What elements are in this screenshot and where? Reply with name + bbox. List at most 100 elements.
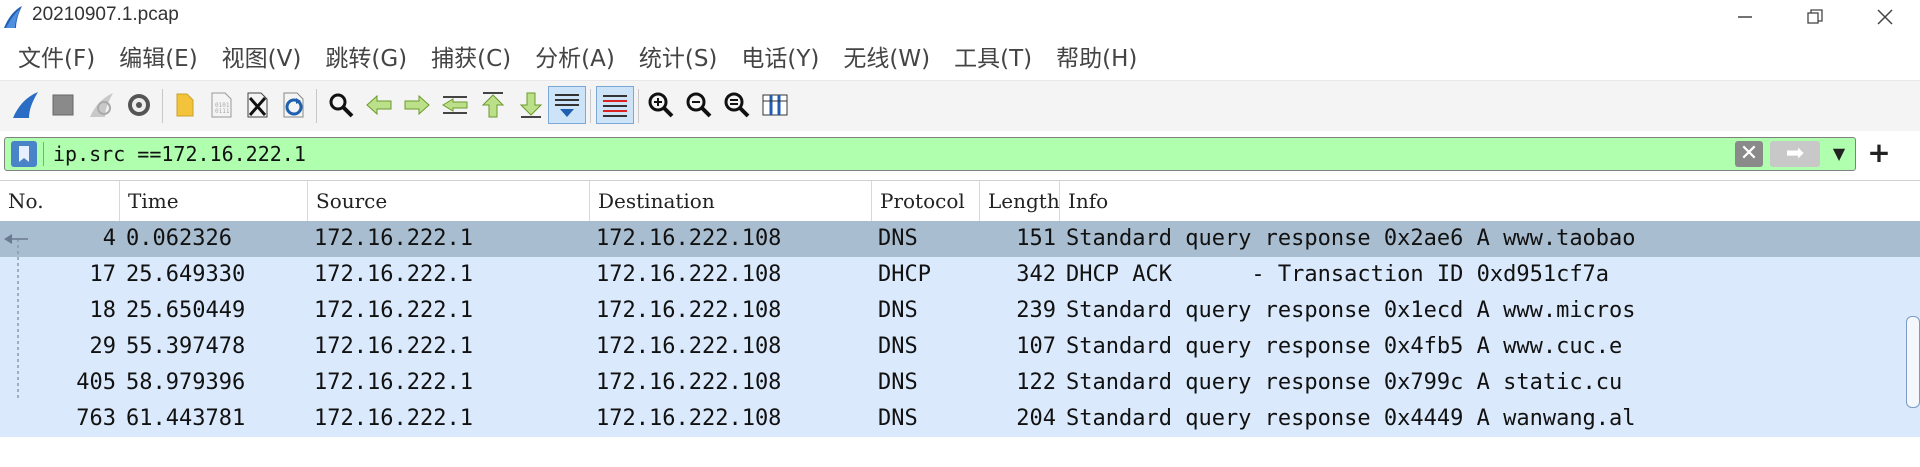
back-icon [366, 94, 392, 116]
menu-go[interactable]: 跳转(G) [325, 39, 407, 73]
go-to-packet-button[interactable] [436, 86, 474, 124]
menu-tools[interactable]: 工具(T) [954, 39, 1032, 73]
menu-capture[interactable]: 捕获(C) [431, 39, 511, 73]
menu-help[interactable]: 帮助(H) [1056, 39, 1137, 73]
display-filter-input[interactable]: ip.src ==172.16.222.1 ✕ ➡ ▼ [4, 137, 1856, 171]
resize-columns-button[interactable] [756, 86, 794, 124]
clear-filter-button[interactable]: ✕ [1735, 141, 1763, 167]
go-back-button[interactable] [360, 86, 398, 124]
cell-length: 107 [1016, 334, 1056, 359]
menu-analyze[interactable]: 分析(A) [535, 39, 615, 73]
stop-capture-button[interactable] [44, 86, 82, 124]
column-header-no[interactable]: No. [0, 181, 120, 221]
packet-row[interactable]: 405 58.979396 172.16.222.1 172.16.222.10… [0, 365, 1920, 401]
restore-button[interactable] [1780, 0, 1850, 34]
apply-filter-button[interactable]: ➡ [1770, 141, 1820, 167]
first-packet-icon [481, 92, 505, 118]
display-filter-bar: ip.src ==172.16.222.1 ✕ ➡ ▼ [0, 131, 1920, 177]
clear-icon: ✕ [1739, 141, 1759, 166]
column-header-time[interactable]: Time [120, 181, 308, 221]
reload-file-button[interactable] [274, 86, 312, 124]
packet-row[interactable]: 18 25.650449 172.16.222.1 172.16.222.108… [0, 293, 1920, 329]
last-packet-button[interactable] [512, 86, 550, 124]
options-gear-icon [128, 94, 150, 116]
cell-source: 172.16.222.1 [314, 334, 473, 359]
menu-bar: 文件(F) 编辑(E) 视图(V) 跳转(G) 捕获(C) 分析(A) 统计(S… [0, 34, 1920, 78]
cell-info: Standard query response 0x2ae6 A www.tao… [1066, 226, 1636, 251]
bookmark-icon[interactable] [11, 141, 37, 167]
restart-capture-button[interactable] [82, 86, 120, 124]
cell-destination: 172.16.222.108 [596, 226, 782, 251]
plus-icon: + [1867, 136, 1891, 169]
column-header-source[interactable]: Source [308, 181, 590, 221]
close-window-button[interactable] [1850, 0, 1920, 34]
close-file-button[interactable] [238, 86, 276, 124]
cell-length: 342 [1016, 262, 1056, 287]
cell-time: 25.650449 [126, 298, 246, 323]
save-file-button[interactable]: 0101 0111 [202, 86, 240, 124]
display-filter-text[interactable]: ip.src ==172.16.222.1 [53, 142, 306, 166]
filter-separator [43, 142, 44, 166]
autoscroll-toggle[interactable] [548, 86, 586, 124]
cell-length: 122 [1016, 370, 1056, 395]
start-capture-button[interactable] [6, 86, 44, 124]
find-icon [329, 93, 354, 118]
menu-file[interactable]: 文件(F) [18, 39, 95, 73]
cell-no: 763 [76, 406, 116, 431]
menu-statistics[interactable]: 统计(S) [639, 39, 718, 73]
cell-destination: 172.16.222.108 [596, 406, 782, 431]
main-toolbar: 0101 0111 [0, 80, 1920, 132]
cell-source: 172.16.222.1 [314, 262, 473, 287]
cell-destination: 172.16.222.108 [596, 262, 782, 287]
cell-no: 18 [89, 298, 117, 323]
menu-edit[interactable]: 编辑(E) [119, 39, 197, 73]
cell-protocol: DNS [878, 406, 918, 431]
zoom-out-button[interactable] [680, 86, 718, 124]
packet-row[interactable]: 4 0.062326 172.16.222.1 172.16.222.108 D… [0, 221, 1920, 257]
cell-source: 172.16.222.1 [314, 370, 473, 395]
open-folder-icon [176, 93, 194, 117]
zoom-reset-icon [724, 92, 750, 118]
cell-time: 58.979396 [126, 370, 246, 395]
restart-icon [90, 93, 113, 117]
cell-no: 405 [76, 370, 116, 395]
cell-time: 55.397478 [126, 334, 246, 359]
toolbar-separator [590, 89, 591, 123]
packet-row[interactable]: 29 55.397478 172.16.222.1 172.16.222.108… [0, 329, 1920, 365]
toolbar-separator [316, 89, 317, 123]
cell-info: Standard query response 0x4fb5 A www.cuc… [1066, 334, 1623, 359]
minimap-scrollbar[interactable] [1906, 316, 1920, 408]
packet-row[interactable]: 763 61.443781 172.16.222.1 172.16.222.10… [0, 401, 1920, 437]
normal-size-button[interactable] [718, 86, 756, 124]
first-packet-button[interactable] [474, 86, 512, 124]
column-header-info[interactable]: Info [1060, 181, 1920, 221]
cell-length: 239 [1016, 298, 1056, 323]
cell-info: Standard query response 0x1ecd A www.mic… [1066, 298, 1636, 323]
menu-wireless[interactable]: 无线(W) [843, 39, 930, 73]
svg-text:0111: 0111 [215, 108, 230, 115]
toolbar-separator [638, 89, 639, 123]
stop-icon [52, 94, 74, 116]
zoom-in-button[interactable] [642, 86, 680, 124]
add-filter-button[interactable]: + [1864, 136, 1894, 170]
cell-length: 151 [1016, 226, 1056, 251]
filter-history-dropdown[interactable]: ▼ [1829, 144, 1849, 164]
column-header-protocol[interactable]: Protocol [872, 181, 980, 221]
zoom-out-icon [686, 92, 712, 118]
go-forward-button[interactable] [398, 86, 436, 124]
column-header-length[interactable]: Length [980, 181, 1060, 221]
colorize-toggle[interactable] [596, 86, 634, 124]
packet-row[interactable]: 17 25.649330 172.16.222.1 172.16.222.108… [0, 257, 1920, 293]
close-file-icon [247, 92, 268, 118]
file-icon: 01010111 [211, 92, 232, 118]
capture-options-button[interactable] [120, 86, 158, 124]
minimize-button[interactable] [1710, 0, 1780, 34]
find-packet-button[interactable] [322, 86, 360, 124]
open-file-button[interactable] [166, 86, 204, 124]
cell-protocol: DNS [878, 334, 918, 359]
column-header-destination[interactable]: Destination [590, 181, 872, 221]
autoscroll-icon [555, 94, 579, 117]
menu-view[interactable]: 视图(V) [222, 39, 302, 73]
menu-telephony[interactable]: 电话(Y) [741, 39, 819, 73]
restore-icon [1807, 9, 1823, 24]
